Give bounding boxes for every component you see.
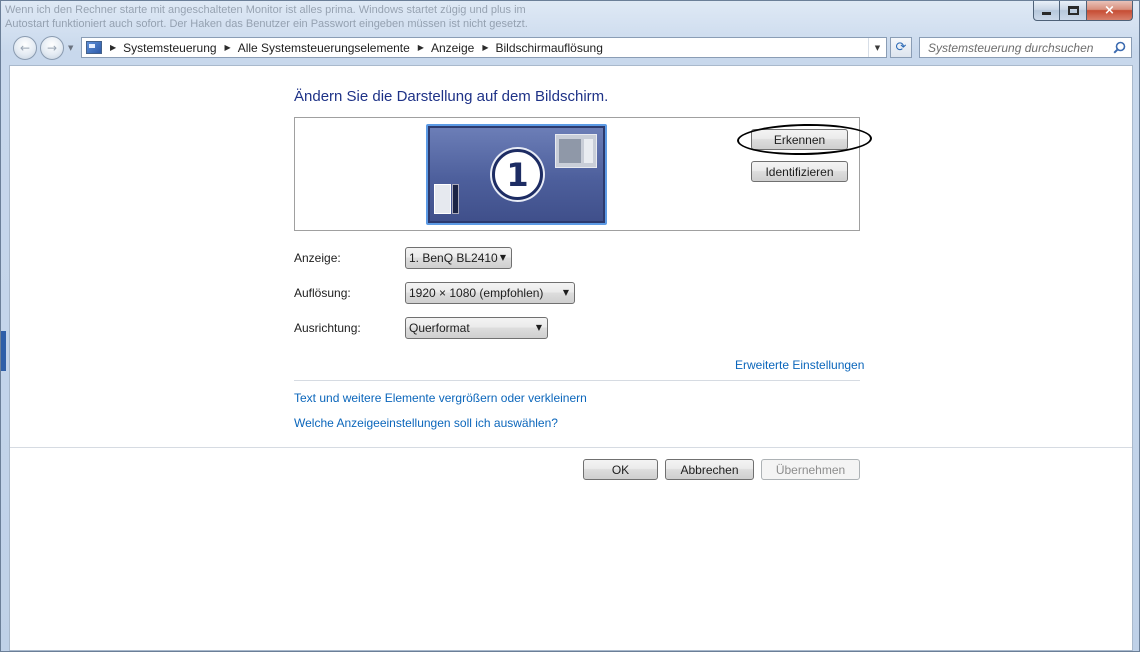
monitor-window-icon <box>555 134 597 168</box>
breadcrumb-separator-icon[interactable]: ▶ <box>225 43 231 52</box>
dropdown-arrow-icon: ▼ <box>535 323 542 332</box>
display-settings-help-link[interactable]: Welche Anzeigeeinstellungen soll ich aus… <box>294 416 558 430</box>
background-text-line: Autostart funktioniert auch sofort. Der … <box>5 18 528 30</box>
back-button[interactable]: ← <box>13 36 37 60</box>
monitor-number: 1 <box>506 155 529 194</box>
monitor-tower-icon <box>452 184 459 214</box>
text-size-link[interactable]: Text und weitere Elemente vergrößern ode… <box>294 391 587 405</box>
resolution-select-value: 1920 × 1080 (empfohlen) <box>409 286 544 300</box>
advanced-settings-link[interactable]: Erweiterte Einstellungen <box>735 358 864 372</box>
caption-buttons: × <box>1033 1 1133 21</box>
window-frame: Wenn ich den Rechner starte mit angescha… <box>0 0 1140 652</box>
orientation-label: Ausrichtung: <box>294 321 361 335</box>
address-dropdown-icon[interactable]: ▼ <box>868 38 886 57</box>
orientation-select[interactable]: Querformat ▼ <box>405 317 548 339</box>
breadcrumb-item-anzeige[interactable]: Anzeige <box>431 41 474 55</box>
monitor-number-badge: 1 <box>492 149 543 200</box>
monitor-document-icon <box>434 184 451 214</box>
orientation-select-value: Querformat <box>409 321 470 335</box>
back-arrow-icon: ← <box>19 41 31 55</box>
ok-button[interactable]: OK <box>583 459 658 480</box>
section-divider <box>294 380 860 381</box>
monitor-1[interactable]: 1 <box>426 124 607 225</box>
display-label: Anzeige: <box>294 251 341 265</box>
footer-divider <box>10 447 1132 448</box>
forward-arrow-icon: → <box>46 41 58 55</box>
breadcrumb-separator-icon[interactable]: ▶ <box>418 43 424 52</box>
content-panel: Ändern Sie die Darstellung auf dem Bilds… <box>9 65 1133 651</box>
close-button[interactable]: × <box>1087 1 1133 21</box>
cancel-button[interactable]: Abbrechen <box>665 459 754 480</box>
breadcrumb-item-alle-elemente[interactable]: Alle Systemsteuerungselemente <box>238 41 410 55</box>
close-icon: × <box>1104 3 1115 18</box>
recent-pages-dropdown-icon[interactable]: ▼ <box>68 44 73 52</box>
search-placeholder: Systemsteuerung durchsuchen <box>928 40 1094 55</box>
refresh-button[interactable]: ⟳ <box>890 37 912 58</box>
breadcrumb-item-systemsteuerung[interactable]: Systemsteuerung <box>123 41 216 55</box>
apply-button: Übernehmen <box>761 459 860 480</box>
dropdown-arrow-icon: ▼ <box>499 253 506 262</box>
address-bar[interactable]: ▶ Systemsteuerung ▶ Alle Systemsteuerung… <box>81 37 887 58</box>
refresh-icon: ⟳ <box>895 40 907 55</box>
desktop-edge <box>1 331 6 371</box>
display-select[interactable]: 1. BenQ BL2410 ▼ <box>405 247 512 269</box>
dropdown-arrow-icon: ▼ <box>562 288 569 297</box>
control-panel-icon <box>86 41 102 54</box>
resolution-label: Auflösung: <box>294 286 351 300</box>
minimize-button[interactable] <box>1033 1 1060 21</box>
maximize-button[interactable] <box>1060 1 1087 21</box>
identify-button[interactable]: Identifizieren <box>751 161 848 182</box>
breadcrumb-separator-icon[interactable]: ▶ <box>482 43 488 52</box>
forward-button[interactable]: → <box>40 36 64 60</box>
background-text-line: Wenn ich den Rechner starte mit angescha… <box>5 4 526 16</box>
resolution-select[interactable]: 1920 × 1080 (empfohlen) ▼ <box>405 282 575 304</box>
breadcrumb: ▶ Systemsteuerung ▶ Alle Systemsteuerung… <box>102 41 603 55</box>
breadcrumb-item-bildschirmaufloesung[interactable]: Bildschirmauflösung <box>495 41 602 55</box>
minimize-icon <box>1042 12 1051 15</box>
search-input[interactable]: Systemsteuerung durchsuchen <box>919 37 1132 58</box>
maximize-icon <box>1067 6 1079 15</box>
search-icon[interactable] <box>1113 41 1126 54</box>
breadcrumb-separator-icon[interactable]: ▶ <box>110 43 116 52</box>
display-select-value: 1. BenQ BL2410 <box>409 251 498 265</box>
page-title: Ändern Sie die Darstellung auf dem Bilds… <box>294 88 609 105</box>
